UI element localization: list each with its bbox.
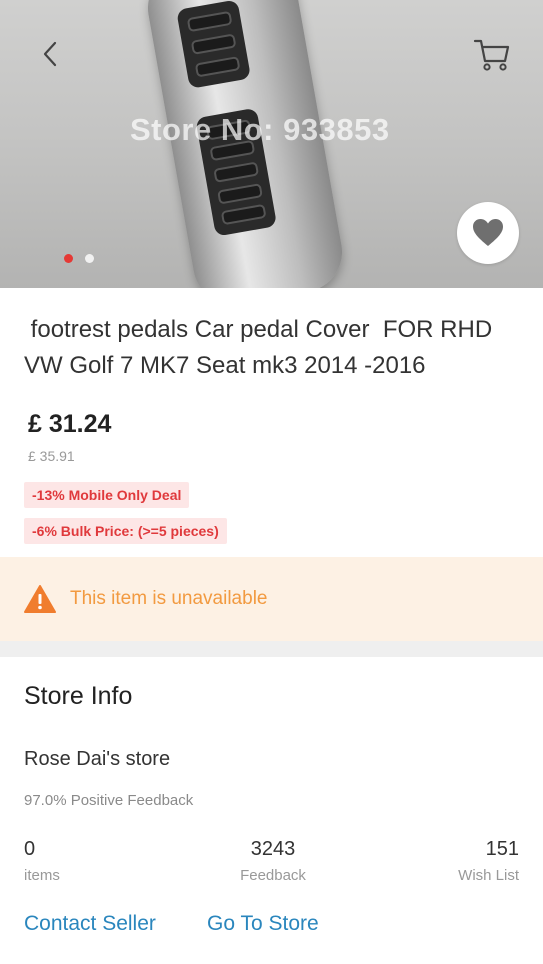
section-divider <box>0 641 543 657</box>
bulk-price-badge: -6% Bulk Price: (>=5 pieces) <box>24 518 227 544</box>
image-watermark: Store No: 933853 <box>130 112 390 147</box>
mobile-deal-badge: -13% Mobile Only Deal <box>24 482 190 508</box>
product-title: footrest pedals Car pedal Cover FOR RHD … <box>24 316 499 379</box>
contact-seller-link[interactable]: Contact Seller <box>24 912 156 936</box>
carousel-dot[interactable] <box>85 254 94 263</box>
stat-items-value: 0 <box>24 838 36 860</box>
store-positive-feedback: 97.0% Positive Feedback <box>24 792 194 809</box>
carousel-indicator <box>64 254 94 263</box>
stat-wish-list-label: Wish List <box>458 867 519 884</box>
stat-feedback-label: Feedback <box>240 867 306 884</box>
stat-items-label: items <box>24 867 60 884</box>
back-button[interactable] <box>30 34 70 74</box>
store-name[interactable]: Rose Dai's store <box>24 748 170 771</box>
warning-icon <box>24 585 56 613</box>
cart-icon <box>473 39 510 71</box>
product-image-carousel[interactable]: Store No: 933853 <box>0 0 543 288</box>
current-price: £ 31.24 <box>28 410 112 438</box>
go-to-store-link[interactable]: Go To Store <box>207 912 319 936</box>
stat-wish-list[interactable]: 151 Wish List <box>403 838 519 884</box>
pedal-pad-top <box>176 0 252 89</box>
unavailable-text: This item is unavailable <box>70 588 268 609</box>
store-info-heading: Store Info <box>24 682 133 710</box>
chevron-left-icon <box>43 41 57 67</box>
stat-items[interactable]: 0 items <box>24 838 60 884</box>
stat-feedback-value: 3243 <box>250 838 296 860</box>
heart-icon <box>473 219 503 246</box>
original-price: £ 35.91 <box>28 448 75 464</box>
carousel-dot-active[interactable] <box>64 254 73 263</box>
stat-wish-list-value: 151 <box>485 838 519 860</box>
stat-feedback[interactable]: 3243 Feedback <box>213 838 333 884</box>
unavailable-notice: This item is unavailable <box>0 557 543 641</box>
wishlist-button[interactable] <box>457 202 519 264</box>
cart-button[interactable] <box>470 32 514 76</box>
